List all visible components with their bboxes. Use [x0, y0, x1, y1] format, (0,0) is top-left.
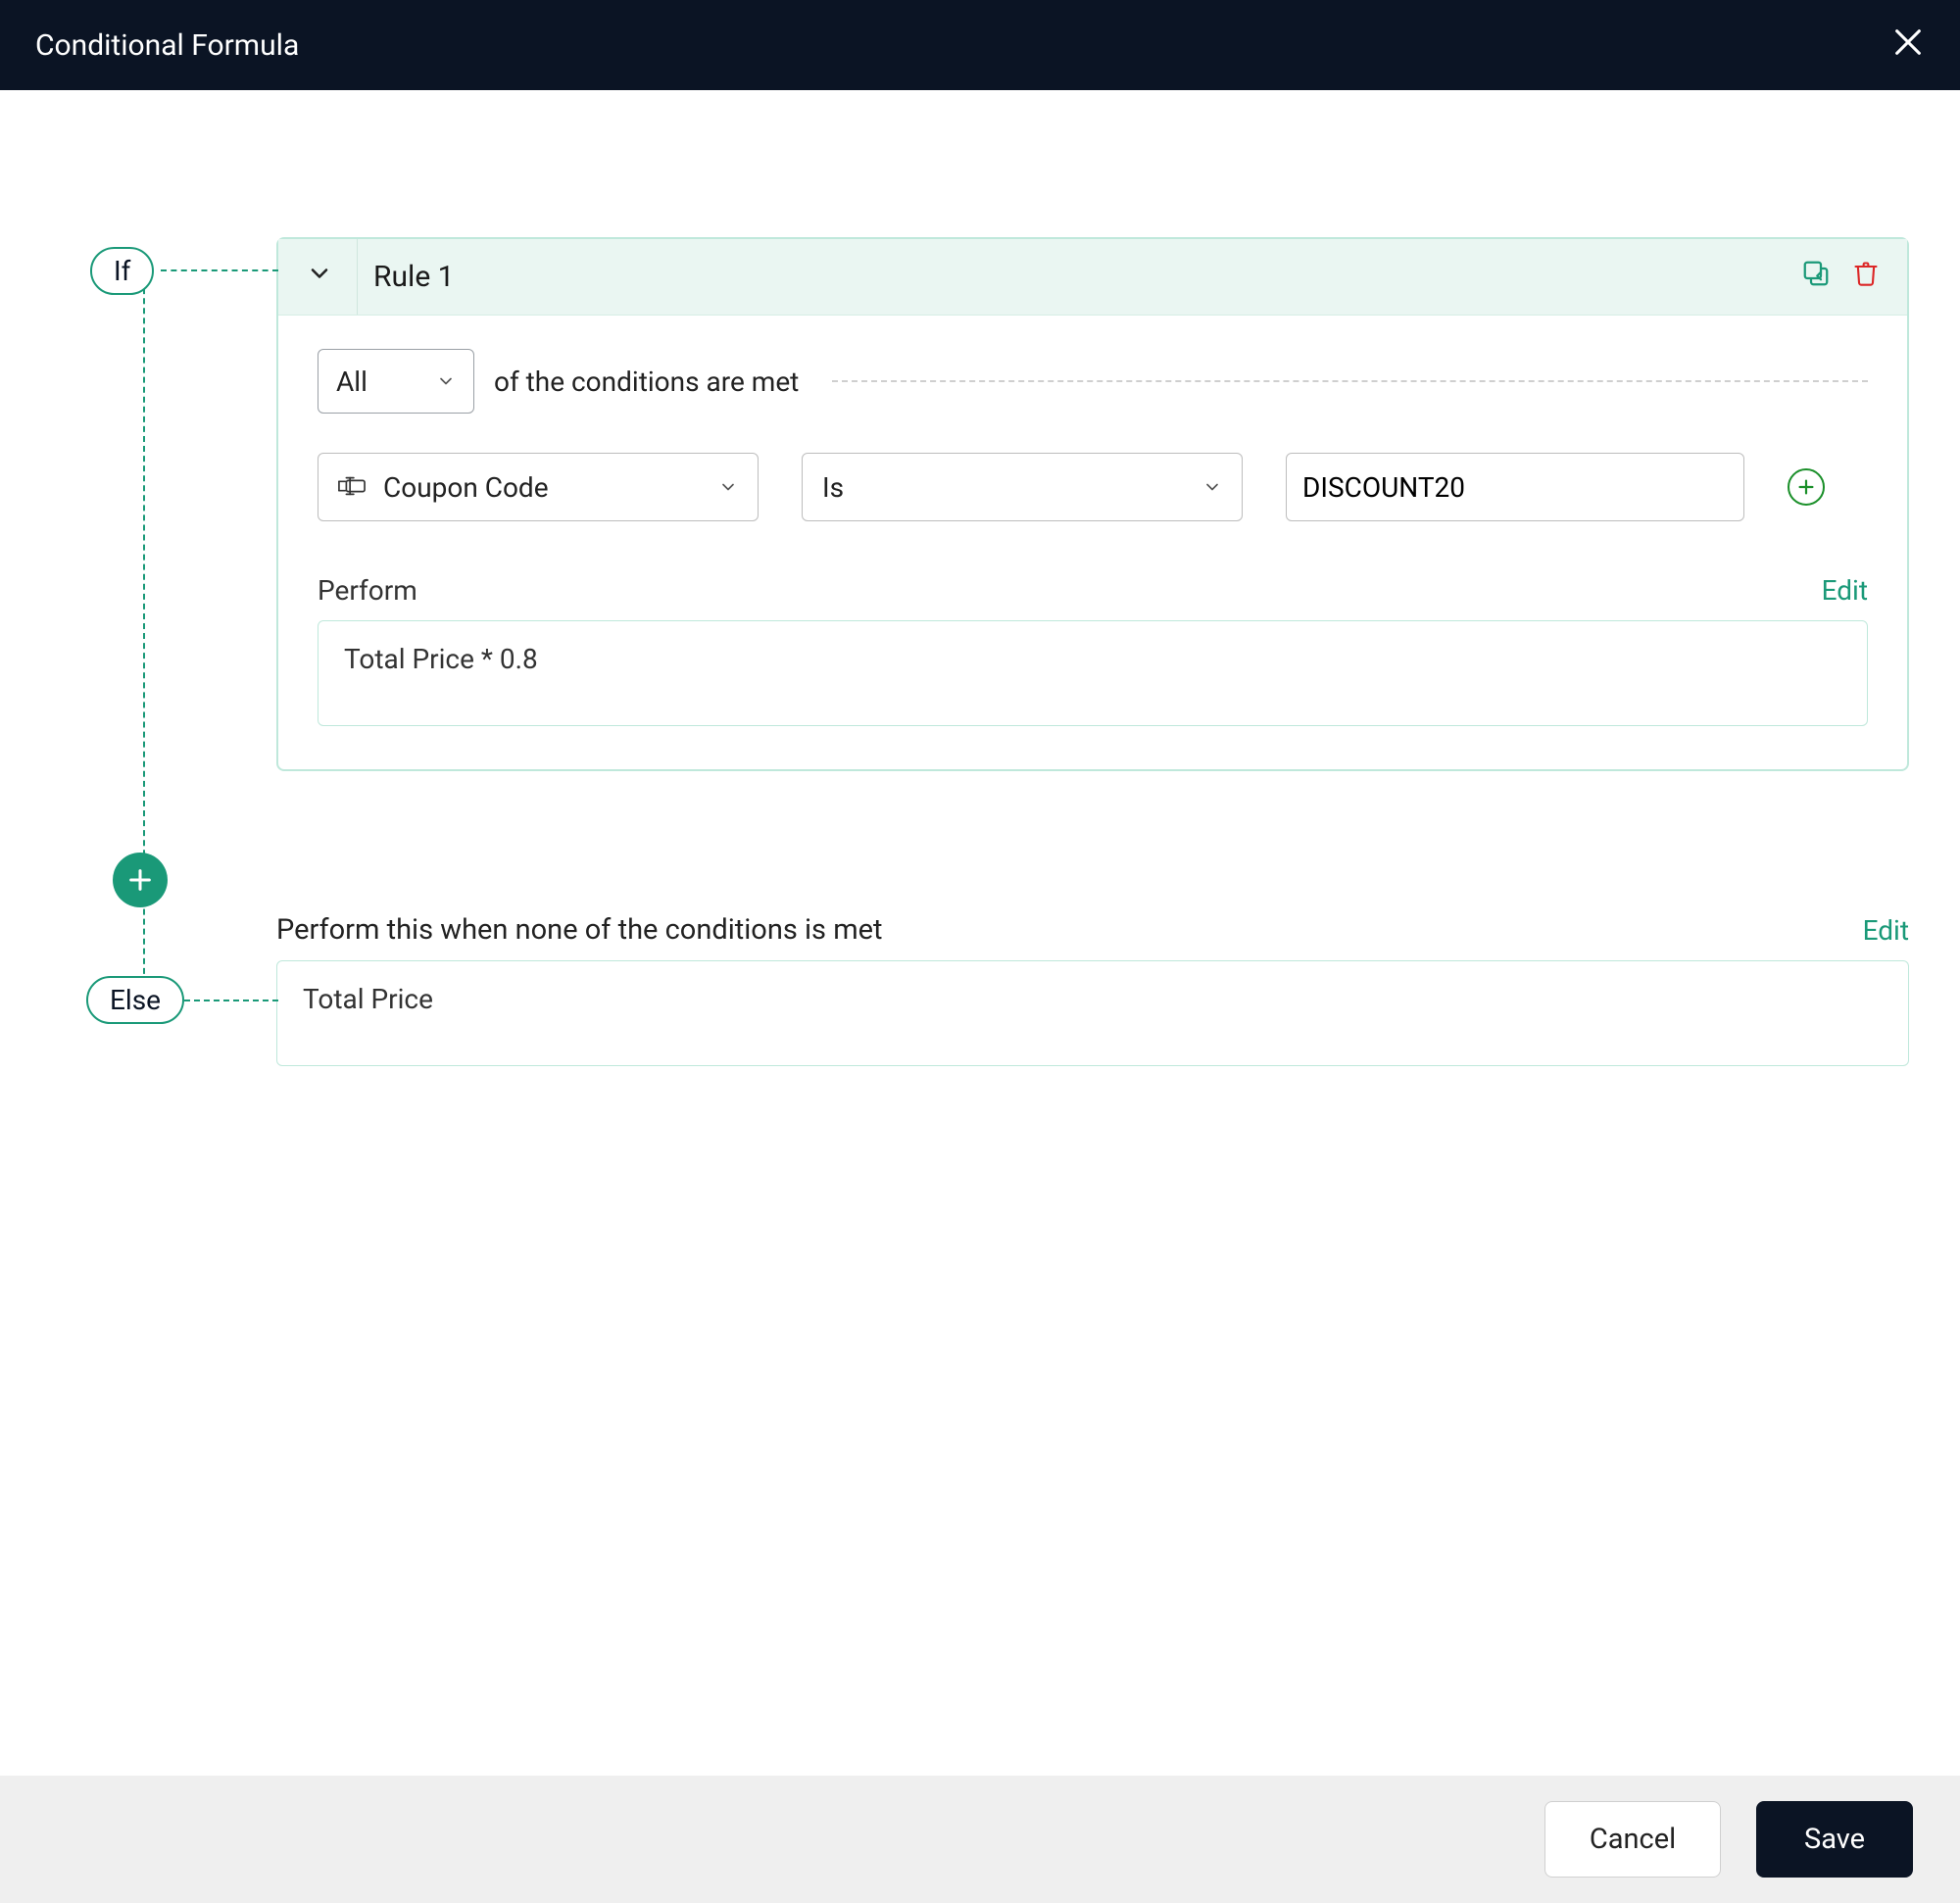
trash-icon	[1852, 260, 1880, 287]
condition-operator-select[interactable]: Is	[802, 453, 1243, 521]
perform-formula-text: Total Price * 0.8	[344, 643, 538, 675]
rule-body: All of the conditions are met	[278, 316, 1907, 769]
close-button[interactable]	[1891, 25, 1925, 66]
add-rule-button[interactable]	[113, 853, 168, 907]
chevron-down-icon	[1202, 477, 1222, 497]
condition-value-input[interactable]	[1286, 453, 1744, 521]
else-description: Perform this when none of the conditions…	[276, 913, 883, 947]
else-pill-label: Else	[110, 984, 161, 1016]
match-divider	[832, 380, 1868, 382]
else-block: Perform this when none of the conditions…	[276, 913, 1909, 1066]
duplicate-rule-button[interactable]	[1801, 259, 1831, 295]
rule-card-header: Rule 1	[278, 239, 1907, 316]
plus-icon	[1795, 476, 1817, 498]
save-button[interactable]: Save	[1756, 1801, 1913, 1878]
field-icon	[338, 471, 366, 504]
match-suffix-text: of the conditions are met	[494, 366, 799, 398]
dialog-title: Conditional Formula	[35, 28, 299, 63]
dialog-header: Conditional Formula	[0, 0, 1960, 90]
chevron-down-icon	[718, 477, 738, 497]
if-pill: If	[90, 247, 154, 295]
collapse-toggle[interactable]	[306, 260, 333, 294]
perform-label: Perform	[318, 574, 417, 607]
branch-pipe-if	[161, 269, 278, 271]
chevron-down-icon	[436, 371, 456, 391]
cancel-button-label: Cancel	[1590, 1823, 1676, 1856]
condition-field-value: Coupon Code	[383, 471, 701, 504]
plus-icon	[126, 866, 154, 894]
condition-operator-value: Is	[822, 471, 844, 504]
edit-perform-link[interactable]: Edit	[1822, 574, 1868, 607]
perform-formula-box[interactable]: Total Price * 0.8	[318, 620, 1868, 726]
match-mode-select[interactable]: All	[318, 349, 474, 414]
rule-title: Rule 1	[357, 239, 1778, 315]
duplicate-icon	[1801, 259, 1831, 288]
save-button-label: Save	[1804, 1823, 1865, 1856]
if-pill-label: If	[114, 255, 130, 287]
delete-rule-button[interactable]	[1852, 260, 1880, 294]
rule-card: Rule 1	[276, 237, 1909, 771]
else-pill: Else	[86, 976, 184, 1024]
else-header-row: Perform this when none of the conditions…	[276, 913, 1909, 947]
condition-match-row: All of the conditions are met	[318, 349, 1868, 414]
branch-pipe-else	[174, 1000, 278, 1001]
dialog-footer: Cancel Save	[0, 1776, 1960, 1903]
else-formula-box[interactable]: Total Price	[276, 960, 1909, 1066]
chevron-down-icon	[306, 260, 333, 287]
perform-header-row: Perform Edit	[318, 574, 1868, 607]
add-condition-button[interactable]	[1788, 468, 1825, 506]
cancel-button[interactable]: Cancel	[1544, 1801, 1721, 1878]
condition-field-select[interactable]: Coupon Code	[318, 453, 759, 521]
edit-else-link[interactable]: Edit	[1863, 914, 1909, 947]
else-formula-text: Total Price	[303, 983, 433, 1015]
rule-actions	[1801, 259, 1880, 295]
dialog-body: If Else Rule 1	[0, 90, 1960, 1776]
close-icon	[1891, 25, 1925, 59]
condition-row: Coupon Code Is	[318, 453, 1868, 521]
match-mode-value: All	[336, 366, 368, 398]
